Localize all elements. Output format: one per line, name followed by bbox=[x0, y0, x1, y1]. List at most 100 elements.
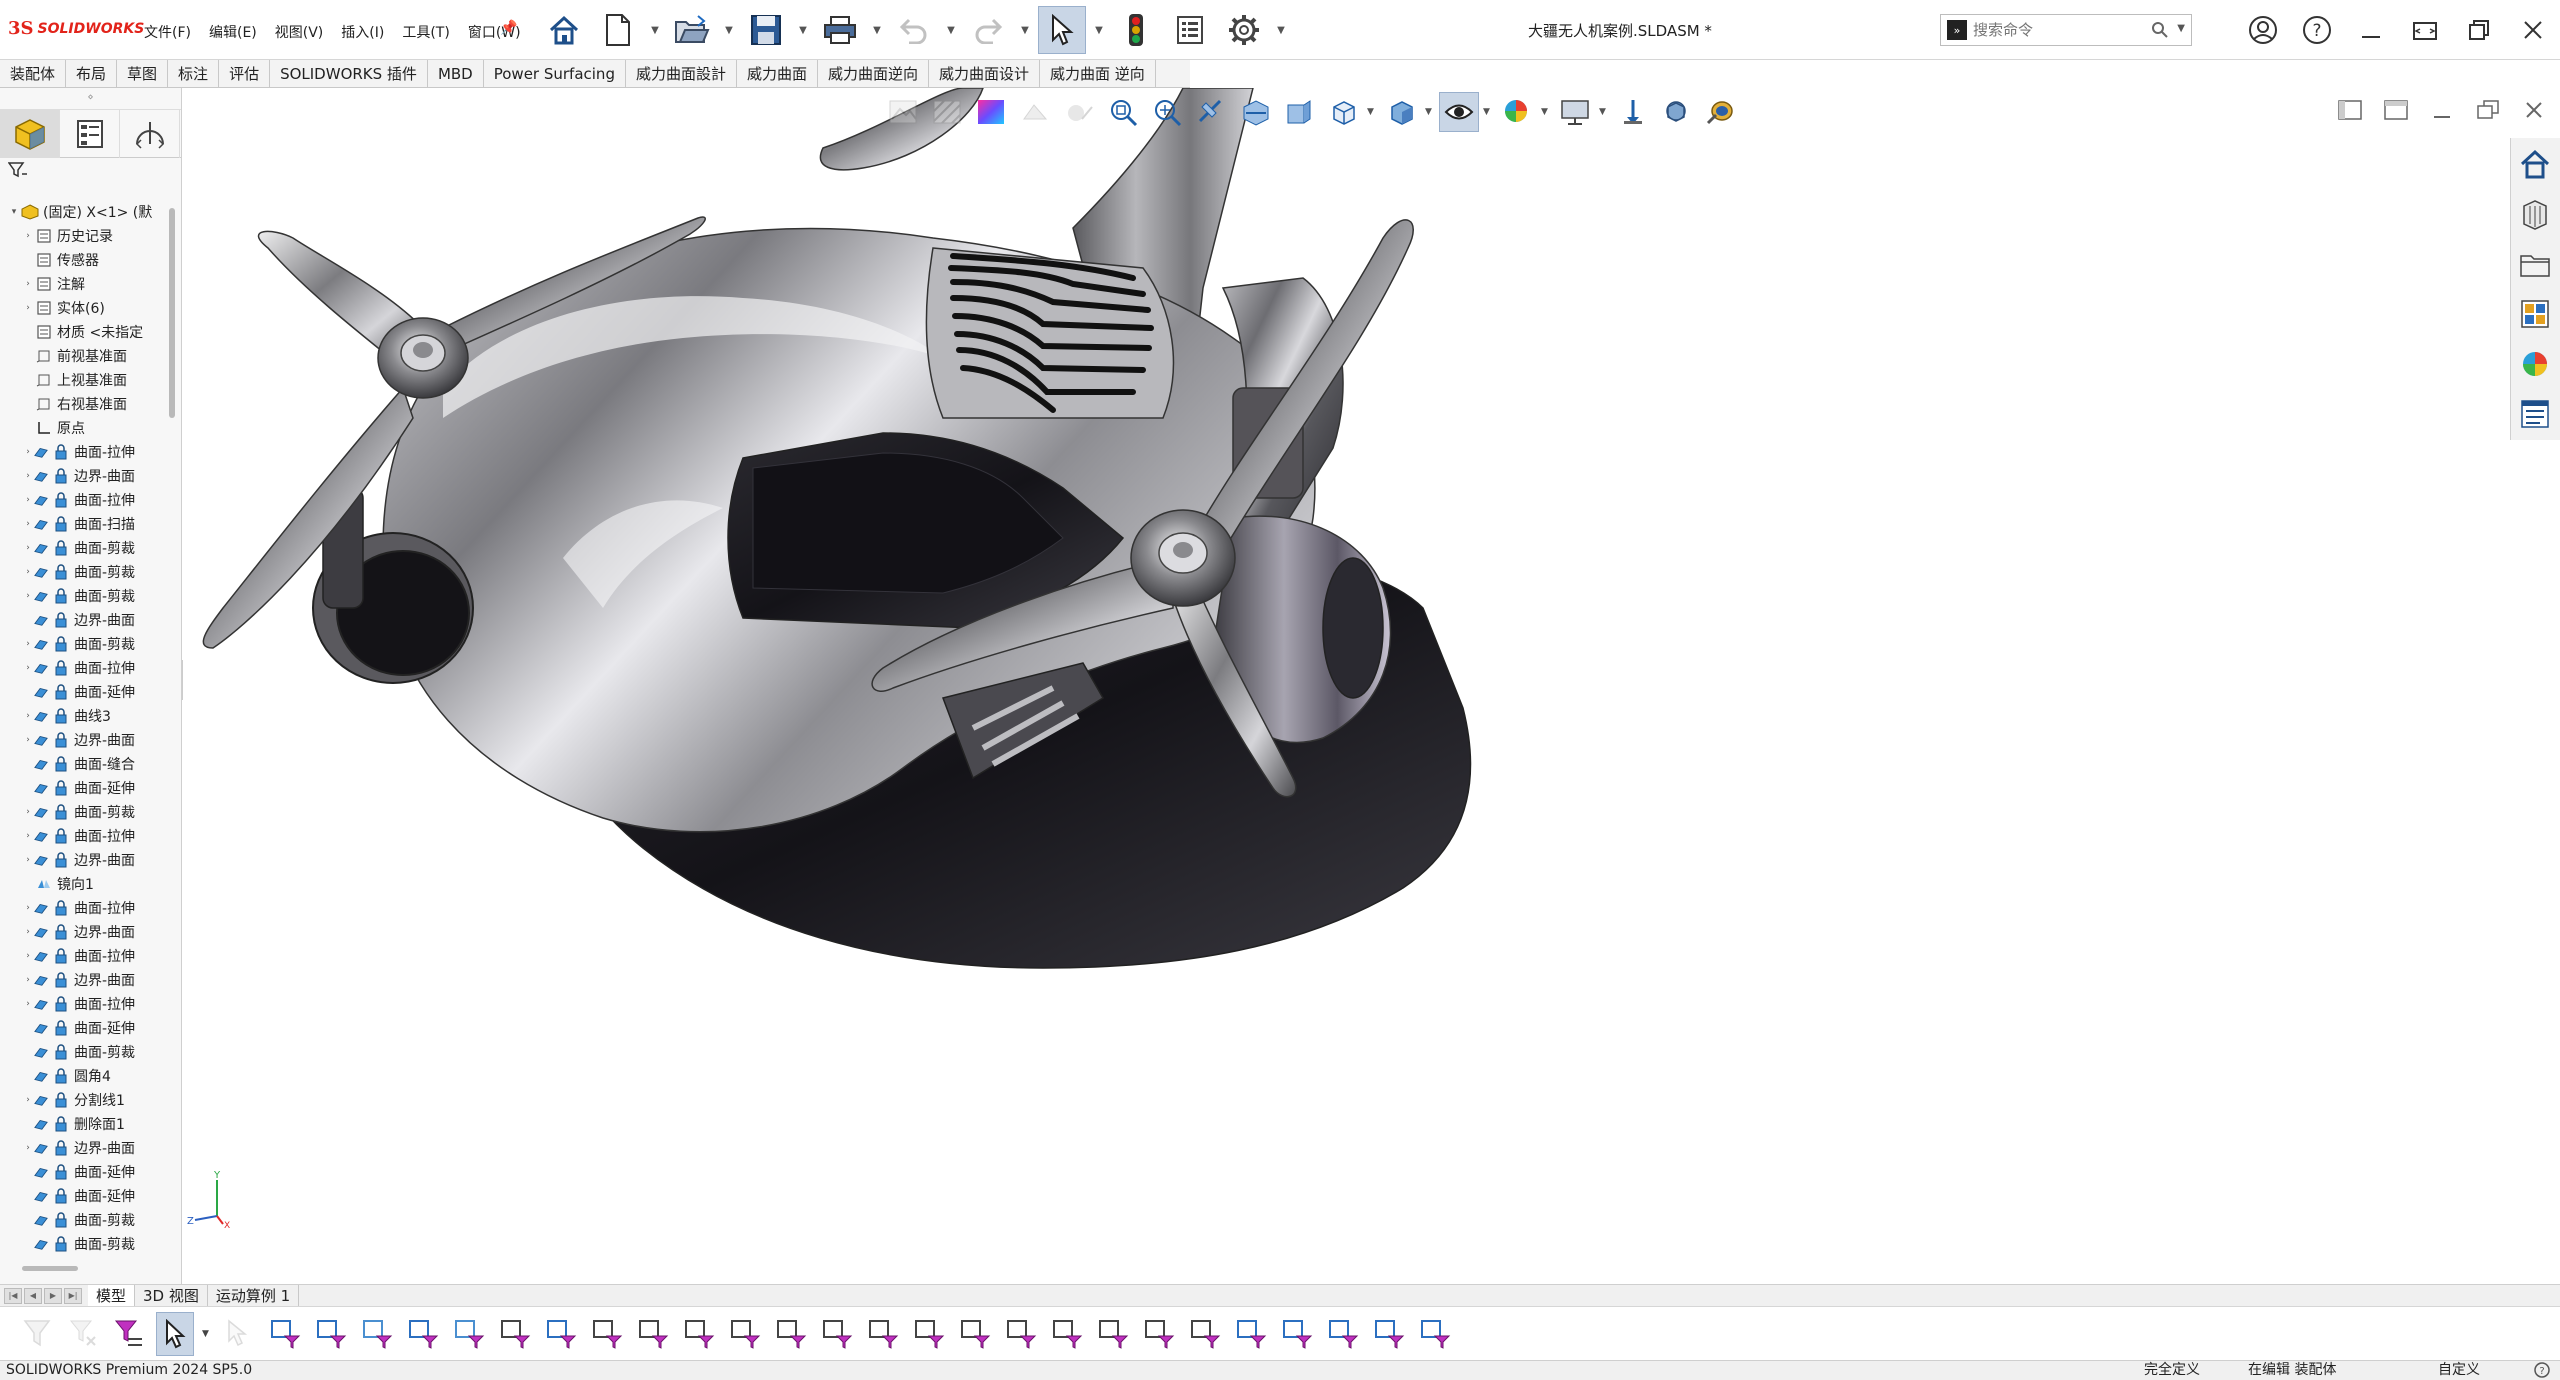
undo-dropdown-arrow[interactable]: ▼ bbox=[944, 6, 958, 54]
tab-power-surface-reverse[interactable]: 威力曲面逆向 bbox=[818, 60, 930, 88]
menu-view[interactable]: 视图(V) bbox=[273, 20, 326, 44]
viewport-tile-button[interactable] bbox=[2380, 96, 2412, 124]
select-tool-dropdown[interactable]: ▼ bbox=[202, 1329, 212, 1339]
expand-arrow-icon[interactable]: › bbox=[22, 471, 34, 481]
unit-system[interactable]: 自定义 bbox=[2438, 1361, 2480, 1380]
last-tab-arrow-icon[interactable]: ▶| bbox=[64, 1287, 82, 1304]
tree-item[interactable]: › 注解 bbox=[0, 272, 170, 296]
appearance-dropdown[interactable]: ▼ bbox=[1541, 107, 1551, 117]
tree-item[interactable]: 曲面-延伸 bbox=[0, 1184, 170, 1208]
maximize-button[interactable] bbox=[2452, 0, 2506, 60]
expand-arrow-icon[interactable]: › bbox=[22, 663, 34, 673]
quick-tips-icon[interactable]: ? bbox=[2534, 1362, 2550, 1380]
reference-triad[interactable]: Y Z X bbox=[187, 1168, 247, 1228]
search-commands-box[interactable]: » ▼ bbox=[1940, 14, 2192, 46]
appearances-scenes-button[interactable] bbox=[2511, 342, 2559, 386]
home-button[interactable] bbox=[540, 6, 588, 54]
filter-blocks-button[interactable] bbox=[1140, 1312, 1178, 1356]
filter-surface-finish-button[interactable] bbox=[864, 1312, 902, 1356]
menu-insert[interactable]: 插入(I) bbox=[339, 20, 386, 44]
filter-surface-bodies-button[interactable] bbox=[450, 1312, 488, 1356]
filter-routing-points-button[interactable] bbox=[1278, 1312, 1316, 1356]
edit-appearance-button[interactable] bbox=[1497, 92, 1537, 132]
tab-mbd[interactable]: MBD bbox=[428, 60, 484, 88]
tree-item[interactable]: 右视基准面 bbox=[0, 392, 170, 416]
tree-item[interactable]: › 曲面-拉伸 bbox=[0, 992, 170, 1016]
prev-tab-arrow-icon[interactable]: ◀ bbox=[24, 1287, 42, 1304]
filter-datum-features-button[interactable] bbox=[1186, 1312, 1224, 1356]
select-button[interactable] bbox=[1038, 6, 1086, 54]
clear-filters-button[interactable] bbox=[64, 1312, 102, 1356]
tree-item[interactable]: 上视基准面 bbox=[0, 368, 170, 392]
tab-model[interactable]: 模型 bbox=[88, 1284, 136, 1307]
tree-item[interactable]: 曲面-剪裁 bbox=[0, 1040, 170, 1064]
tree-item[interactable]: 曲面-延伸 bbox=[0, 1160, 170, 1184]
select-other-button[interactable] bbox=[220, 1312, 258, 1356]
section-hatch-button[interactable] bbox=[927, 92, 967, 132]
expand-arrow-icon[interactable]: › bbox=[22, 303, 34, 313]
camera-view-button[interactable] bbox=[1701, 92, 1741, 132]
expand-arrow-icon[interactable]: › bbox=[22, 591, 34, 601]
hide-show-dropdown[interactable]: ▼ bbox=[1483, 107, 1493, 117]
tab-solidworks-addins[interactable]: SOLIDWORKS 插件 bbox=[270, 60, 428, 88]
save-dropdown-arrow[interactable]: ▼ bbox=[796, 6, 810, 54]
tab-power-surface[interactable]: 威力曲面 bbox=[737, 60, 818, 88]
filter-mate-references-button[interactable] bbox=[1324, 1312, 1362, 1356]
options-dropdown-arrow[interactable]: ▼ bbox=[1274, 6, 1288, 54]
tree-item[interactable]: › 曲面-拉伸 bbox=[0, 944, 170, 968]
filter-solid-bodies-button[interactable] bbox=[404, 1312, 442, 1356]
rebuild-button[interactable] bbox=[1112, 6, 1160, 54]
tree-item[interactable]: › 实体(6) bbox=[0, 296, 170, 320]
tab-3d-views[interactable]: 3D 视图 bbox=[135, 1284, 208, 1307]
print-dropdown-arrow[interactable]: ▼ bbox=[870, 6, 884, 54]
tree-item[interactable]: › 曲面-剪裁 bbox=[0, 800, 170, 824]
tree-item[interactable]: 圆角4 bbox=[0, 1064, 170, 1088]
save-button[interactable] bbox=[742, 6, 790, 54]
redo-dropdown-arrow[interactable]: ▼ bbox=[1018, 6, 1032, 54]
expand-arrow-icon[interactable]: › bbox=[22, 855, 34, 865]
design-library-button[interactable] bbox=[2511, 192, 2559, 236]
expand-arrow-icon[interactable]: › bbox=[22, 639, 34, 649]
first-tab-arrow-icon[interactable]: |◀ bbox=[4, 1287, 22, 1304]
tree-item[interactable]: › 曲面-剪裁 bbox=[0, 584, 170, 608]
zoom-to-area-button[interactable] bbox=[1147, 92, 1187, 132]
view-orientation-button[interactable] bbox=[1323, 92, 1363, 132]
tree-item[interactable]: 传感器 bbox=[0, 248, 170, 272]
tree-item[interactable]: › 边界-曲面 bbox=[0, 848, 170, 872]
expand-arrow-icon[interactable]: › bbox=[22, 567, 34, 577]
tab-markup[interactable]: 标注 bbox=[168, 60, 220, 88]
expand-arrow-icon[interactable]: › bbox=[22, 951, 34, 961]
filter-sketch-segments-button[interactable] bbox=[634, 1312, 672, 1356]
section-view-button[interactable] bbox=[1235, 92, 1275, 132]
new-dropdown-arrow[interactable]: ▼ bbox=[648, 6, 662, 54]
next-tab-arrow-icon[interactable]: ▶ bbox=[44, 1287, 62, 1304]
collapse-arrow-icon[interactable]: ▾ bbox=[8, 207, 20, 217]
tree-item[interactable]: › 分割线1 bbox=[0, 1088, 170, 1112]
select-dropdown-arrow[interactable]: ▼ bbox=[1092, 6, 1106, 54]
tree-item[interactable]: › 边界-曲面 bbox=[0, 920, 170, 944]
magnifier-icon[interactable] bbox=[2151, 21, 2169, 39]
viewport-restore-button[interactable] bbox=[2472, 96, 2504, 124]
filter-sketch-regions-button[interactable] bbox=[1416, 1312, 1454, 1356]
filter-center-marks-button[interactable] bbox=[726, 1312, 764, 1356]
tree-root[interactable]: ▾ (固定) X<1> (默 bbox=[0, 200, 170, 224]
tree-item[interactable]: › 曲面-拉伸 bbox=[0, 488, 170, 512]
custom-properties-button[interactable] bbox=[2511, 392, 2559, 436]
expand-arrow-icon[interactable]: › bbox=[22, 831, 34, 841]
tree-item[interactable]: 曲面-延伸 bbox=[0, 680, 170, 704]
view-palette-button[interactable] bbox=[2511, 292, 2559, 336]
filter-geometric-tolerances-button[interactable] bbox=[910, 1312, 948, 1356]
expand-arrow-icon[interactable]: › bbox=[22, 927, 34, 937]
tree-item[interactable]: 前视基准面 bbox=[0, 344, 170, 368]
solidworks-resources-button[interactable] bbox=[2511, 142, 2559, 186]
minimize-button[interactable] bbox=[2344, 0, 2398, 60]
tree-filter[interactable] bbox=[0, 158, 181, 186]
expand-arrow-icon[interactable]: › bbox=[22, 999, 34, 1009]
tree-item[interactable]: › 曲面-扫描 bbox=[0, 512, 170, 536]
select-tool-button[interactable] bbox=[156, 1311, 194, 1356]
tree-item[interactable]: › 边界-曲面 bbox=[0, 1136, 170, 1160]
tab-power-surface-design[interactable]: 威力曲面设计 bbox=[929, 60, 1041, 88]
expand-arrow-icon[interactable]: › bbox=[22, 279, 34, 289]
filter-axes-button[interactable] bbox=[496, 1312, 534, 1356]
expand-arrow-icon[interactable]: › bbox=[22, 903, 34, 913]
